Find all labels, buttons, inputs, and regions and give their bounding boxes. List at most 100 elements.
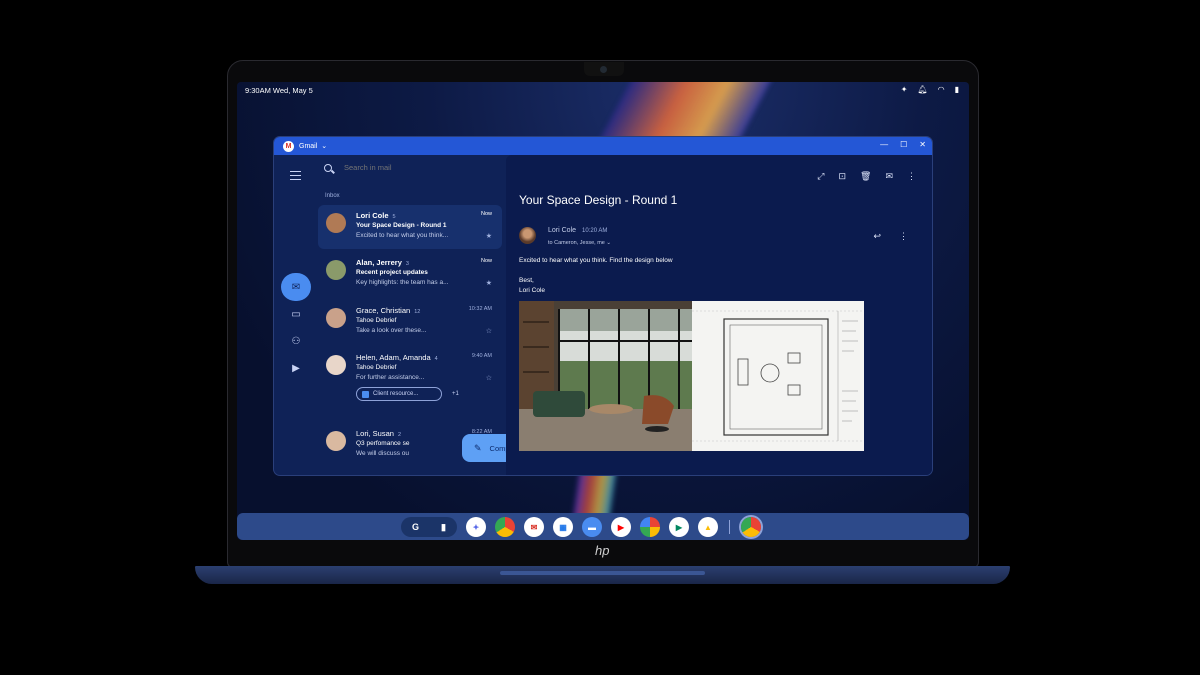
drive-app-icon[interactable]: ▲ xyxy=(698,517,718,537)
mail-icon: ✉ xyxy=(291,281,301,293)
message-actions: ↩ ⋮ xyxy=(873,231,908,242)
interior-photo-illustration xyxy=(519,301,692,451)
screen: 9:30AM Wed, May 5 ✦ 🔔︎ ◠ ▮ M Gmail ⌄ — ☐… xyxy=(237,82,969,540)
list-item[interactable]: Helen, Adam, Amanda 4 9:40 AM Tahoe Debri… xyxy=(318,347,502,407)
files-app-icon[interactable]: ▬ xyxy=(582,517,602,537)
doc-icon xyxy=(362,390,369,398)
window-title: Gmail xyxy=(299,142,318,150)
more-vert-icon[interactable]: ⋮ xyxy=(907,171,916,182)
sender-name: Helen, Adam, Amanda xyxy=(356,353,431,362)
shelf-divider xyxy=(729,520,730,534)
chat-nav-button[interactable]: ▭ xyxy=(281,300,311,328)
list-item[interactable]: Lori Cole 5 Now Your Space Design - Round… xyxy=(318,205,502,249)
sender-name: Grace, Christian xyxy=(356,306,411,315)
reader-toolbar: ⤢ ⊡ 🗑︎ ✉ ⋮ xyxy=(817,171,916,182)
search-bar[interactable] xyxy=(324,163,464,172)
laptop-hinge xyxy=(195,566,1010,584)
chevron-down-icon: ⌄ xyxy=(606,240,611,246)
nav-rail: ✉ ▭ ⚇ ▶ xyxy=(274,155,316,475)
timestamp: Now xyxy=(480,211,492,217)
chrome-running-app-icon[interactable] xyxy=(741,517,761,537)
section-label: Inbox xyxy=(325,193,340,199)
battery-icon: ▮ xyxy=(954,85,959,94)
stage: 9:30AM Wed, May 5 ✦ 🔔︎ ◠ ▮ M Gmail ⌄ — ☐… xyxy=(0,0,1200,675)
avatar xyxy=(326,355,346,375)
youtube-app-icon[interactable]: ▶ xyxy=(611,517,631,537)
attachment-more: +1 xyxy=(452,391,459,397)
launcher-button[interactable]: G xyxy=(412,522,419,532)
recipients-toggle[interactable]: to Cameron, Jesse, me ⌄ xyxy=(548,240,611,246)
subject: Recent project updates xyxy=(356,269,428,276)
menu-icon[interactable] xyxy=(290,171,301,180)
title-bar[interactable]: M Gmail ⌄ — ☐ ✕ xyxy=(274,137,932,155)
avatar xyxy=(326,308,346,328)
thread-count: 12 xyxy=(414,309,421,315)
floor-plan-image[interactable] xyxy=(692,301,864,451)
more-vert-icon[interactable]: ⋮ xyxy=(899,231,908,242)
snippet: Key highlights: the team has a... xyxy=(356,279,449,286)
meet-nav-button[interactable]: ▶ xyxy=(281,354,311,382)
close-icon[interactable]: ✕ xyxy=(919,140,926,149)
sparkle-icon: ✦ xyxy=(900,85,908,94)
avatar xyxy=(326,213,346,233)
thread-count: 2 xyxy=(397,432,402,438)
gmail-logo-icon: M xyxy=(283,140,294,152)
snippet: Take a look over these... xyxy=(356,327,427,334)
attachment-chip[interactable]: Client resource... xyxy=(356,387,442,401)
shelf: G ▮ ✦ ✉ ▦ ▬ ▶ ▶ ▲ xyxy=(237,513,969,540)
expand-icon[interactable]: ⤢ xyxy=(817,171,824,182)
snippet: Excited to hear what you think... xyxy=(356,232,449,239)
gemini-app-icon[interactable]: ✦ xyxy=(466,517,486,537)
archive-icon[interactable]: ⊡ xyxy=(838,171,846,182)
thread-count: 3 xyxy=(405,261,409,267)
star-outline-icon[interactable]: ☆ xyxy=(486,327,492,335)
video-icon: ▶ xyxy=(292,362,300,374)
timestamp: Now xyxy=(480,258,492,264)
launcher-pill[interactable]: G ▮ xyxy=(401,517,457,537)
message-list: Inbox Lori Cole5 Now Your Space Design -… xyxy=(316,155,536,475)
status-tray[interactable]: ✦ 🔔︎ ◠ ▮ xyxy=(901,85,959,94)
tasks-icon[interactable]: ▮ xyxy=(441,522,446,533)
spaces-nav-button[interactable]: ⚇ xyxy=(281,327,311,355)
message-from: Lori Cole xyxy=(548,227,577,234)
calendar-app-icon[interactable]: ▦ xyxy=(553,517,573,537)
chevron-down-icon[interactable]: ⌄ xyxy=(321,142,327,150)
interior-photo-image[interactable] xyxy=(519,301,692,451)
delete-icon[interactable]: 🗑︎ xyxy=(860,171,871,182)
message-signoff: Best, xyxy=(519,277,534,284)
avatar xyxy=(326,260,346,280)
star-icon[interactable]: ★ xyxy=(486,279,492,287)
reply-icon[interactable]: ↩ xyxy=(873,231,881,242)
thread-count: 4 xyxy=(434,356,438,362)
wifi-icon: ◠ xyxy=(937,85,945,94)
search-input[interactable] xyxy=(344,163,464,172)
message-signature: Lori Cole xyxy=(519,287,546,294)
maximize-icon[interactable]: ☐ xyxy=(900,140,907,149)
message-body: Excited to hear what you think. Find the… xyxy=(519,257,673,264)
chrome-app-icon[interactable] xyxy=(495,517,515,537)
play-store-app-icon[interactable]: ▶ xyxy=(669,517,689,537)
minimize-icon[interactable]: — xyxy=(880,140,888,149)
spaces-icon: ⚇ xyxy=(291,335,301,347)
subject: Tahoe Debrief xyxy=(356,317,397,324)
camera-notch xyxy=(584,62,624,76)
mail-nav-button[interactable]: ✉ xyxy=(281,273,311,301)
subject: Your Space Design - Round 1 xyxy=(356,222,447,229)
message-subject: Your Space Design - Round 1 xyxy=(519,193,678,207)
hp-logo: hp xyxy=(595,543,610,558)
snippet: We will discuss ou xyxy=(356,450,409,457)
star-outline-icon[interactable]: ☆ xyxy=(486,374,492,382)
gmail-window: M Gmail ⌄ — ☐ ✕ ✉ ▭ ⚇ ▶ Search in mail I… xyxy=(274,137,932,475)
sender-name: Lori Cole xyxy=(356,211,389,220)
sender-avatar xyxy=(519,227,536,244)
floor-plan-illustration xyxy=(692,301,864,451)
star-icon[interactable]: ★ xyxy=(486,232,492,240)
gmail-app-icon[interactable]: ✉ xyxy=(524,517,544,537)
avatar xyxy=(326,431,346,451)
mark-unread-icon[interactable]: ✉ xyxy=(885,171,893,182)
photos-app-icon[interactable] xyxy=(640,517,660,537)
sender-name: Lori, Susan xyxy=(356,429,394,438)
subject: Q3 perfomance se xyxy=(356,440,410,447)
list-item[interactable]: Alan, Jerrery 3 Now Recent project update… xyxy=(318,252,502,296)
list-item[interactable]: Grace, Christian 12 10:32 AM Tahoe Debrie… xyxy=(318,300,502,344)
